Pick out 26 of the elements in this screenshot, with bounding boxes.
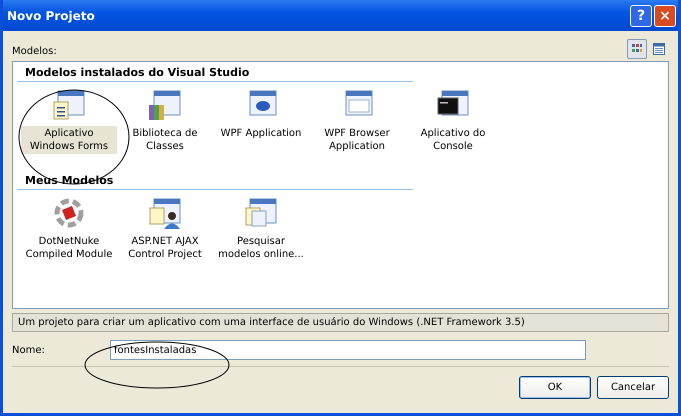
template-label: Aplicativo do Console [420,127,486,154]
template-item[interactable]: Aplicativo Windows Forms [21,88,117,154]
template-label: Aplicativo Windows Forms [21,126,117,154]
templates-label: Modelos: [12,46,57,59]
name-label: Nome: [12,344,46,356]
ok-button[interactable]: OK [519,376,591,399]
template-label: WPF Application [220,127,302,141]
template-label: Biblioteca de Classes [131,127,199,154]
window-title: Novo Projeto [7,8,95,22]
group-heading: Modelos instalados do Visual Studio [17,64,413,82]
cancel-button[interactable]: Cancelar [597,376,669,399]
template-item[interactable]: Biblioteca de Classes [117,88,213,154]
template-label: ASP.NET AJAX Control Project [127,235,203,262]
template-item[interactable]: Aplicativo do Console [405,88,501,154]
template-item[interactable]: WPF Application [213,88,309,154]
name-field[interactable]: fontesInstaladas [110,340,586,360]
template-item[interactable]: ASP.NET AJAX Control Project [117,196,213,262]
help-button[interactable]: ? [630,4,652,26]
template-label: Pesquisar modelos online... [217,235,305,262]
template-item[interactable]: WPF Browser Application [309,88,405,154]
template-item[interactable]: DotNetNuke Compiled Module [21,196,117,262]
template-item[interactable]: Pesquisar modelos online... [213,196,309,262]
description-bar: Um projeto para criar um aplicativo com uma interface de usuário do Windows (.NET Framework 3.5) [12,313,669,332]
template-label: WPF Browser Application [323,127,391,154]
close-button[interactable]: × [654,4,676,26]
template-label: DotNetNuke Compiled Module [24,235,114,262]
